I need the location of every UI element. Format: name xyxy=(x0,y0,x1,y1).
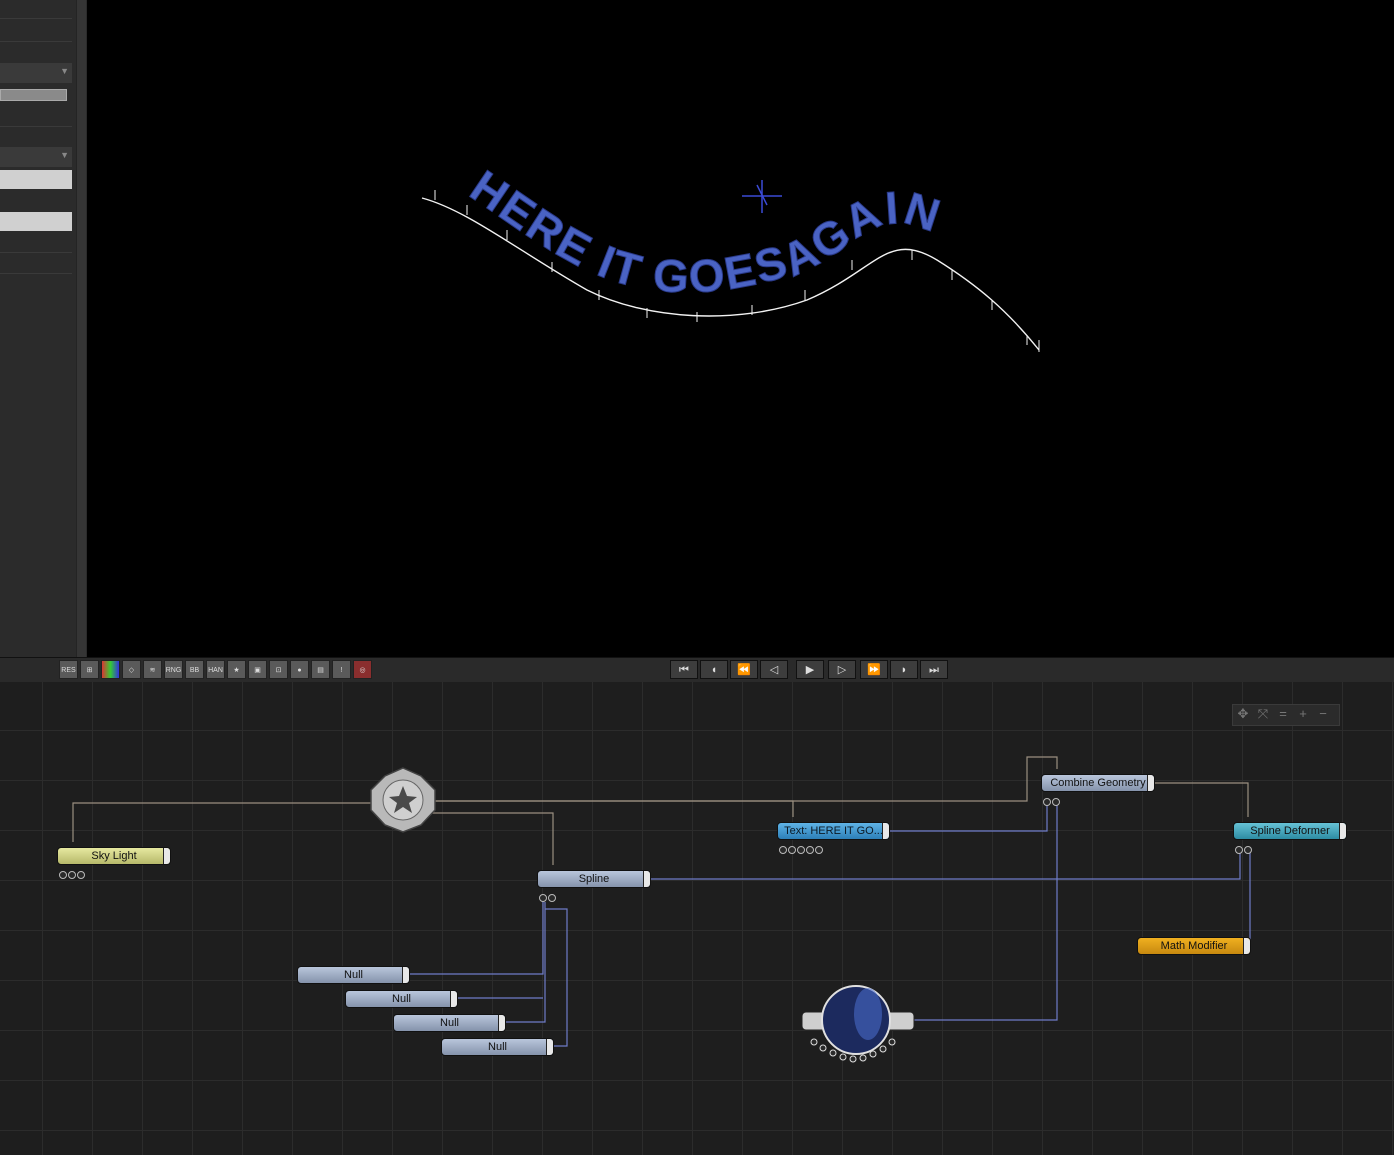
wire-scene-spline xyxy=(430,812,554,865)
viewport-scene: HERE IT GOESAGAIN xyxy=(421,159,1040,352)
node-label: Null xyxy=(440,1017,459,1029)
node-label: Null xyxy=(488,1041,507,1053)
viewport-3d[interactable]: HERE IT GOESAGAIN xyxy=(87,0,1394,657)
node-math-modifier[interactable]: Math Modifier xyxy=(1137,937,1251,955)
chevron-down-icon: ▼ xyxy=(60,66,69,76)
warning-icon[interactable]: ! xyxy=(332,660,351,679)
node-ports[interactable] xyxy=(1043,793,1061,806)
wire-scene-text xyxy=(430,800,794,817)
next-key-icon[interactable]: ◗ xyxy=(890,660,918,679)
step-back-icon[interactable]: ◁ xyxy=(760,660,788,679)
grid-icon[interactable]: ⊞ xyxy=(80,660,99,679)
sphere-shading-icon[interactable]: ● xyxy=(290,660,309,679)
wireframe-cube-icon[interactable]: ◇ xyxy=(122,660,141,679)
property-row[interactable] xyxy=(0,253,72,274)
node-spline[interactable]: Spline xyxy=(537,870,651,888)
chevron-down-icon: ▼ xyxy=(60,150,69,160)
node-output-port[interactable] xyxy=(1147,775,1154,791)
node-label: Combine Geometry xyxy=(1050,777,1146,789)
zoom-in-icon[interactable]: + xyxy=(1293,705,1313,723)
res-icon[interactable]: RES xyxy=(59,660,78,679)
camera-crosshair-icon xyxy=(742,180,782,213)
node-ports[interactable] xyxy=(539,889,557,902)
bounding-box-icon[interactable]: BB xyxy=(185,660,204,679)
fast-forward-icon[interactable]: ⏩ xyxy=(860,660,888,679)
property-field[interactable] xyxy=(0,212,72,231)
node-combine-geometry[interactable]: Combine Geometry xyxy=(1041,774,1155,792)
align-icon[interactable]: = xyxy=(1273,705,1293,723)
property-dropdown[interactable]: ▼ xyxy=(0,147,72,167)
node-output-port[interactable] xyxy=(402,967,409,983)
property-row[interactable] xyxy=(0,0,72,19)
node-null[interactable]: Null xyxy=(297,966,410,984)
wire-scene-combine xyxy=(430,756,1058,802)
move-icon[interactable]: ✥ xyxy=(1233,705,1253,723)
node-output-port[interactable] xyxy=(643,871,650,887)
node-output-port[interactable] xyxy=(1339,823,1346,839)
property-row[interactable] xyxy=(0,104,72,127)
wire-null3-spline xyxy=(506,902,546,1023)
property-row[interactable] xyxy=(0,19,72,42)
node-label: Math Modifier xyxy=(1160,940,1228,952)
panel-scrollbar[interactable] xyxy=(76,0,86,657)
properties-panel: ▼ ▼ xyxy=(0,0,87,657)
fit-icon[interactable]: ⤧ xyxy=(1253,705,1273,723)
node-text[interactable]: Text: HERE IT GO... xyxy=(777,822,890,840)
node-label: Spline Deformer xyxy=(1250,825,1330,837)
wire-null1-spline xyxy=(410,897,544,975)
rng-icon[interactable]: RNG xyxy=(164,660,183,679)
node-label: Null xyxy=(344,969,363,981)
node-null[interactable]: Null xyxy=(441,1038,554,1056)
star-icon[interactable]: ★ xyxy=(227,660,246,679)
node-ports[interactable] xyxy=(1235,841,1253,854)
node-output-port[interactable] xyxy=(450,991,457,1007)
node-spline-deformer[interactable]: Spline Deformer xyxy=(1233,822,1347,840)
node-ports[interactable] xyxy=(59,866,86,879)
node-null[interactable]: Null xyxy=(393,1014,506,1032)
wire-spline-deformer xyxy=(650,848,1241,880)
film-icon[interactable]: ▤ xyxy=(311,660,330,679)
play-icon[interactable]: ▶ xyxy=(796,660,824,679)
wire-combine-deformer xyxy=(1155,782,1249,817)
node-label: Sky Light xyxy=(91,850,137,862)
go-to-end-icon[interactable]: ⏭ xyxy=(920,660,948,679)
node-output-port[interactable] xyxy=(882,823,889,839)
node-label: Spline xyxy=(578,873,610,885)
node-label: Text: HERE IT GO... xyxy=(784,825,883,837)
property-row[interactable] xyxy=(0,232,72,253)
viewer-toolbar: RES ⊞ ◇ ≋ RNG BB HAN ★ ▣ ⊡ ● ▤ ! ◎ ⏮ ◖ ⏪… xyxy=(0,657,1394,683)
stereo-icon[interactable]: ⊡ xyxy=(269,660,288,679)
node-output-port[interactable] xyxy=(1243,938,1250,954)
property-field[interactable] xyxy=(0,170,72,189)
previous-key-icon[interactable]: ◖ xyxy=(700,660,728,679)
node-output-port[interactable] xyxy=(163,848,170,864)
text-3d: HERE IT GOESAGAIN xyxy=(461,160,948,303)
wire-scene-skylight xyxy=(72,802,405,842)
material-sphere-node[interactable] xyxy=(801,985,915,1063)
wire-null4-spline xyxy=(545,908,568,1047)
property-slider[interactable] xyxy=(0,89,67,101)
color-channels-icon[interactable] xyxy=(101,660,120,679)
wire-material-combine xyxy=(912,799,1058,1021)
node-null[interactable]: Null xyxy=(345,990,458,1008)
wire-text-combine xyxy=(890,799,1048,832)
node-output-port[interactable] xyxy=(498,1015,505,1031)
handles-icon[interactable]: HAN xyxy=(206,660,225,679)
camera-cube-icon[interactable]: ▣ xyxy=(248,660,267,679)
node-output-port[interactable] xyxy=(546,1039,553,1055)
step-forward-icon[interactable]: ▷ xyxy=(828,660,856,679)
rewind-icon[interactable]: ⏪ xyxy=(730,660,758,679)
node-sky-light[interactable]: Sky Light xyxy=(57,847,171,865)
node-ports[interactable] xyxy=(779,841,824,854)
property-dropdown[interactable]: ▼ xyxy=(0,63,72,83)
record-icon[interactable]: ◎ xyxy=(353,660,372,679)
graph-nav-toolbar: ✥ ⤧ = + − xyxy=(1232,704,1340,726)
node-wires xyxy=(72,756,1251,1063)
layers-icon[interactable]: ≋ xyxy=(143,660,162,679)
node-label: Null xyxy=(392,993,411,1005)
scene-gear-node[interactable] xyxy=(370,767,436,833)
node-graph[interactable]: Sky Light Spline Text: HERE IT GO... Com… xyxy=(0,682,1394,1155)
zoom-out-icon[interactable]: − xyxy=(1313,705,1333,723)
go-to-start-icon[interactable]: ⏮ xyxy=(670,660,698,679)
